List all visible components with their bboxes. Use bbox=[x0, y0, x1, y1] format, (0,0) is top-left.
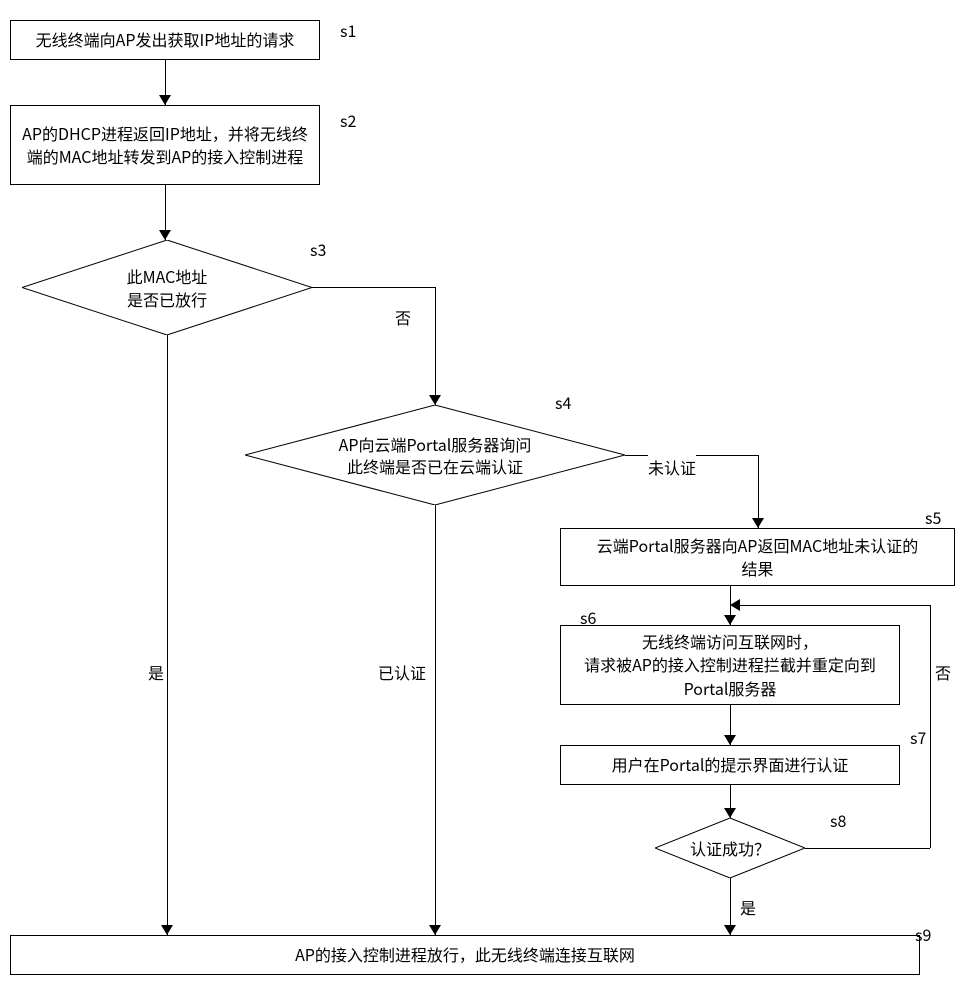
node-s8-text: 认证成功？ bbox=[655, 818, 805, 878]
edge-label-s4-yes: 已认证 bbox=[378, 660, 426, 684]
edge-label-s3-no: 否 bbox=[395, 305, 411, 329]
edge-s3-no-v bbox=[435, 287, 436, 405]
edge-label-s3-yes: 是 bbox=[148, 660, 164, 684]
edge-s8-no-h2 bbox=[740, 605, 930, 606]
label-s2: s2 bbox=[340, 108, 356, 132]
node-s2-text: AP的DHCP进程返回IP地址，并将无线终端的MAC地址转发到AP的接入控制进程 bbox=[21, 122, 309, 168]
label-s8: s8 bbox=[830, 808, 846, 832]
node-s7: 用户在Portal的提示界面进行认证 bbox=[560, 745, 900, 785]
node-s3-text: 此MAC地址 是否已放行 bbox=[22, 240, 312, 335]
label-s7: s7 bbox=[910, 725, 926, 749]
label-s9: s9 bbox=[915, 922, 931, 946]
node-s4: AP向云端Portal服务器询问 此终端是否已在云端认证 bbox=[245, 405, 625, 505]
edge-s4-yes-v bbox=[435, 505, 436, 935]
node-s9-text: AP的接入控制进程放行，此无线终端连接互联网 bbox=[295, 943, 635, 966]
edge-s3-yes-v bbox=[167, 335, 168, 935]
edge-s3-no-h bbox=[312, 287, 435, 288]
node-s8: 认证成功？ bbox=[655, 818, 805, 878]
label-s4: s4 bbox=[555, 390, 571, 414]
node-s4-text: AP向云端Portal服务器询问 此终端是否已在云端认证 bbox=[245, 405, 625, 505]
edge-label-s8-yes: 是 bbox=[740, 895, 756, 919]
node-s5-text: 云端Portal服务器向AP返回MAC地址未认证的 结果 bbox=[597, 534, 918, 580]
node-s7-text: 用户在Portal的提示界面进行认证 bbox=[612, 753, 849, 776]
node-s6-text: 无线终端访问互联网时， 请求被AP的接入控制进程拦截并重定向到 Portal服务… bbox=[584, 630, 876, 700]
node-s2: AP的DHCP进程返回IP地址，并将无线终端的MAC地址转发到AP的接入控制进程 bbox=[10, 105, 320, 185]
label-s3: s3 bbox=[310, 237, 326, 261]
edge-label-s8-no: 否 bbox=[935, 660, 951, 684]
node-s1-text: 无线终端向AP发出获取IP地址的请求 bbox=[36, 28, 295, 51]
node-s5: 云端Portal服务器向AP返回MAC地址未认证的 结果 bbox=[560, 528, 955, 586]
edge-s8-no-h1 bbox=[805, 848, 930, 849]
label-s6: s6 bbox=[580, 605, 596, 629]
node-s6: 无线终端访问互联网时， 请求被AP的接入控制进程拦截并重定向到 Portal服务… bbox=[560, 625, 900, 705]
edge-s8-no-v bbox=[930, 605, 931, 848]
edge-label-s4-no: 未认证 bbox=[648, 455, 696, 479]
node-s3: 此MAC地址 是否已放行 bbox=[22, 240, 312, 335]
label-s1: s1 bbox=[340, 18, 356, 42]
label-s5: s5 bbox=[925, 505, 941, 529]
node-s1: 无线终端向AP发出获取IP地址的请求 bbox=[10, 20, 320, 60]
node-s9: AP的接入控制进程放行，此无线终端连接互联网 bbox=[10, 935, 920, 975]
